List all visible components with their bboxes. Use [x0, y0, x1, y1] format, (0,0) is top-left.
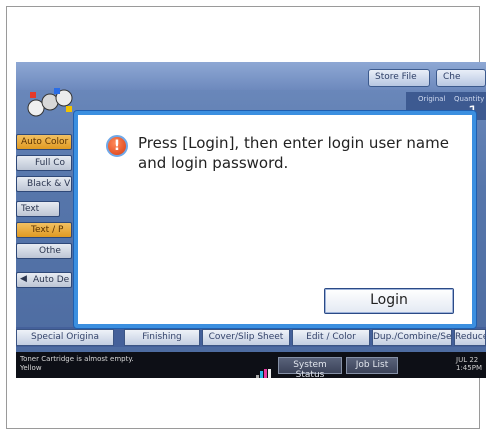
tab-dup-combine-series[interactable]: Dup./Combine/Series	[372, 329, 452, 346]
text-photo-button[interactable]: Text / P	[16, 222, 72, 238]
other-button[interactable]: Othe	[16, 243, 72, 259]
tab-edit-color[interactable]: Edit / Color	[292, 329, 370, 346]
store-file-button[interactable]: Store File	[368, 69, 430, 87]
color-copier-logo	[27, 88, 73, 117]
text-button[interactable]: Text	[16, 201, 60, 217]
arrow-left-icon: ◀	[20, 274, 27, 284]
original-label: Original	[418, 95, 446, 103]
tab-special-original[interactable]: Special Origina	[16, 329, 114, 346]
toner-warning-color: Yellow	[20, 364, 42, 372]
tab-finishing[interactable]: Finishing	[124, 329, 200, 346]
black-white-button[interactable]: Black & V	[16, 176, 72, 192]
login-button[interactable]: Login	[324, 288, 454, 314]
toner-level-icon	[256, 361, 272, 378]
dialog-message: Press [Login], then enter login user nam…	[138, 134, 449, 172]
date-text: JUL 22	[456, 356, 479, 364]
alert-icon	[106, 135, 128, 157]
toner-warning: Toner Cartridge is almost empty. Yellow	[20, 355, 134, 373]
time-text: 1:45PM	[456, 364, 482, 372]
login-prompt-dialog: Press [Login], then enter login user nam…	[74, 111, 476, 328]
full-color-button[interactable]: Full Co	[16, 155, 72, 171]
status-bar: Toner Cartridge is almost empty. Yellow …	[16, 352, 486, 378]
toner-warning-text: Toner Cartridge is almost empty.	[20, 355, 134, 363]
tab-reduce[interactable]: Reduce	[454, 329, 486, 346]
tab-cover-slip-sheet[interactable]: Cover/Slip Sheet	[202, 329, 290, 346]
auto-color-button[interactable]: Auto Color	[16, 134, 72, 150]
system-status-button[interactable]: System Status	[278, 357, 342, 378]
job-list-button[interactable]: Job List	[346, 357, 398, 374]
top-bar: Store File Che	[16, 62, 486, 90]
date-time: JUL 22 1:45PM	[456, 356, 482, 372]
auto-density-label: Auto De	[33, 275, 70, 285]
auto-density-button[interactable]: ◀ Auto De	[16, 272, 72, 288]
function-tabs: Special Origina Finishing Cover/Slip She…	[16, 327, 486, 347]
check-status-button[interactable]: Che	[436, 69, 486, 87]
